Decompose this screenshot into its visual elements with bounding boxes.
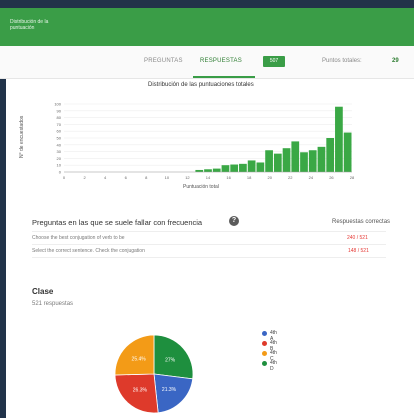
y-tick-label: 80 <box>57 115 62 120</box>
legend-label: 4th D <box>270 360 277 372</box>
x-tick-label: 14 <box>206 175 211 180</box>
histogram-bar[interactable] <box>230 164 239 172</box>
x-tick-label: 2 <box>83 175 86 180</box>
top-app-bar: Distribución de la puntuación <box>0 8 414 46</box>
histogram-bar[interactable] <box>195 169 204 172</box>
histogram-bar[interactable] <box>204 169 212 172</box>
y-tick-label: 40 <box>57 142 62 147</box>
y-tick-label: 10 <box>57 163 62 168</box>
histogram-bar[interactable] <box>212 168 221 172</box>
histogram-bar[interactable] <box>247 160 256 172</box>
x-tick-label: 6 <box>125 175 128 180</box>
tab-preguntas[interactable]: PREGUNTAS <box>144 58 183 64</box>
histogram-bar[interactable] <box>221 165 230 172</box>
x-tick-label: 0 <box>63 175 66 180</box>
pie-slice[interactable] <box>153 373 194 414</box>
y-tick-label: 30 <box>57 149 62 154</box>
total-points-label: Puntos totales: <box>322 58 362 64</box>
histogram-title: Distribución de las puntuaciones totales <box>148 82 254 88</box>
legend-swatch <box>262 341 267 346</box>
legend-swatch <box>262 361 267 366</box>
histogram-bar[interactable] <box>300 152 308 172</box>
x-tick-label: 8 <box>145 175 148 180</box>
x-tick-label: 4 <box>104 175 107 180</box>
x-tick-label: 22 <box>288 175 293 180</box>
histogram-bar[interactable] <box>265 150 273 172</box>
histogram-bar[interactable] <box>282 148 291 172</box>
y-tick-label: 20 <box>57 156 62 161</box>
x-tick-label: 12 <box>185 175 190 180</box>
app-title: Distribución de la puntuación <box>10 19 49 31</box>
histogram-bar[interactable] <box>256 162 265 172</box>
histogram-bar[interactable] <box>273 153 282 172</box>
app-screen: Distribución de la puntuación PREGUNTAS … <box>0 8 414 418</box>
y-tick-label: 0 <box>59 170 62 175</box>
failed-question-1[interactable]: Choose the best conjugation of verb to b… <box>32 235 125 241</box>
failed-question-2-score: 148 / 521 <box>348 248 369 254</box>
histogram-bar[interactable] <box>291 141 300 172</box>
class-pie-chart: 27% 21.3% 26.3% 25.4% <box>114 334 194 414</box>
pie-slice-label: 27% <box>165 357 176 363</box>
help-icon[interactable]: ? <box>229 216 239 226</box>
x-tick-label: 20 <box>267 175 272 180</box>
histogram-bar[interactable] <box>326 138 335 172</box>
y-tick-label: 70 <box>57 122 62 127</box>
active-tab-indicator <box>193 76 255 78</box>
frequently-failed-title: Preguntas en las que se suele fallar con… <box>32 218 203 227</box>
histogram-y-axis-label: N° de encuestados <box>19 115 25 158</box>
legend-swatch <box>262 331 267 336</box>
pie-slice-label: 26.3% <box>133 388 148 394</box>
legend-swatch <box>262 351 267 356</box>
pie-slice[interactable] <box>114 334 155 376</box>
histogram-x-axis-label: Puntuación total <box>183 184 219 190</box>
x-tick-label: 26 <box>329 175 334 180</box>
tab-respuestas[interactable]: RESPUESTAS <box>200 58 242 64</box>
divider <box>32 231 386 232</box>
histogram-bar[interactable] <box>239 163 247 172</box>
y-tick-label: 90 <box>57 108 62 113</box>
x-tick-label: 24 <box>309 175 314 180</box>
correct-answers-header: Respuestas correctas <box>332 219 391 225</box>
class-section-title: Clase <box>32 287 54 296</box>
pie-slice-label: 21.3% <box>162 387 177 393</box>
x-tick-label: 16 <box>226 175 231 180</box>
responses-count-badge: 507 <box>263 56 285 67</box>
total-points-value: 29 <box>392 58 399 64</box>
x-tick-label: 10 <box>165 175 170 180</box>
device-frame: Distribución de la puntuación PREGUNTAS … <box>0 0 414 418</box>
failed-question-2[interactable]: Select the correct sentence. Check the c… <box>32 248 145 254</box>
x-tick-label: 18 <box>247 175 252 180</box>
y-tick-label: 60 <box>57 129 62 134</box>
divider <box>32 257 386 258</box>
histogram-bar[interactable] <box>335 106 343 172</box>
histogram-bar[interactable] <box>308 150 317 172</box>
failed-question-1-score: 240 / 521 <box>347 235 368 241</box>
pie-slice-label: 25.4% <box>132 357 147 363</box>
y-tick-label: 50 <box>57 136 62 141</box>
class-response-count: 521 respuestas <box>32 301 74 307</box>
tab-bar: PREGUNTAS RESPUESTAS 507 Puntos totales:… <box>0 46 414 79</box>
histogram-bar[interactable] <box>343 132 352 172</box>
y-tick-label: 100 <box>54 102 61 107</box>
x-tick-label: 28 <box>350 175 355 180</box>
histogram-chart: 01020304050607080901000 2 4 6 8 10 12 14 16 18 20 2… <box>54 102 355 181</box>
histogram-bar[interactable] <box>317 146 326 172</box>
divider <box>32 244 386 245</box>
